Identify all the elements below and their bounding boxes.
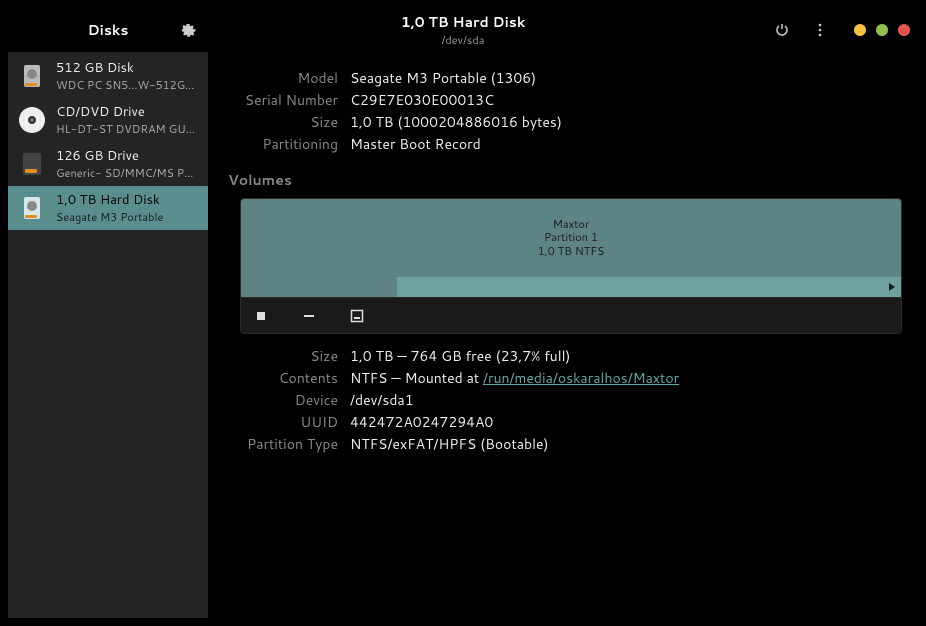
window-minimize-button[interactable] [854,24,866,36]
mount-path-link[interactable]: /run/media/oskaralhos/Maxtor [483,368,679,388]
drive-menu-button[interactable] [808,18,832,42]
page-subtitle: /dev/sda [208,32,718,48]
window-close-button[interactable] [898,24,910,36]
value-model: Seagate M3 Portable (1306) [350,68,902,88]
sidebar-item-3[interactable]: 1,0 TB Hard DiskSeagate M3 Portable [8,186,208,230]
window-maximize-button[interactable] [876,24,888,36]
app-menu-button[interactable] [176,18,200,42]
power-button[interactable] [770,18,794,42]
sidebar-item-title: 1,0 TB Hard Disk [56,191,163,209]
sidebar-item-0[interactable]: 512 GB DiskWDC PC SN5…W-512G-1014 [8,54,208,98]
sidebar-item-sub: WDC PC SN5…W-512G-1014 [56,77,200,93]
value-serial: C29E7E030E00013C [350,90,902,110]
partition-options-button[interactable] [345,304,369,328]
label-uuid: UUID [228,412,338,432]
label-device: Device [228,390,338,410]
usage-bar[interactable] [241,277,901,297]
gear-icon [180,22,196,38]
label-ptype: Partition Type [228,434,338,454]
delete-partition-button[interactable] [297,304,321,328]
partition-line3: 1,0 TB NTFS [538,245,605,258]
label-model: Model [228,68,338,88]
sidebar-item-sub: Seagate M3 Portable [56,209,163,225]
mount-play-icon [887,282,897,292]
label-size: Size [228,112,338,132]
label-serial: Serial Number [228,90,338,110]
value-contents: NTFS — Mounted at /run/media/oskaralhos/… [350,368,902,388]
value-device: /dev/sda1 [350,390,902,410]
main-pane: Model Seagate M3 Portable (1306) Serial … [208,52,918,618]
cog-square-icon [350,309,364,323]
value-size: 1,0 TB (1000204886016 bytes) [350,112,902,132]
stop-icon [255,310,267,322]
sidebar-item-1[interactable]: CD/DVD DriveHL-DT-ST DVDRAM GUE1N [8,98,208,142]
volumes-heading: Volumes [228,170,902,190]
drive-icon [16,148,48,180]
sidebar-item-title: 126 GB Drive [56,147,200,165]
drive-icon [16,60,48,92]
kebab-icon [812,22,828,38]
contents-prefix: NTFS — Mounted at [350,368,483,388]
volume-toolbar [241,297,901,333]
label-partitioning: Partitioning [228,134,338,154]
value-uuid: 442472A0247294A0 [350,412,902,432]
sidebar-item-title: CD/DVD Drive [56,103,200,121]
power-icon [774,22,790,38]
value-partitioning: Master Boot Record [350,134,902,154]
sidebar-item-sub: HL-DT-ST DVDRAM GUE1N [56,121,200,137]
page-title: 1,0 TB Hard Disk [208,12,718,32]
sidebar-item-sub: Generic- SD/MMC/MS PRO [56,165,200,181]
drive-icon [16,104,48,136]
usage-fill [241,277,397,297]
header-bar: Disks 1,0 TB Hard Disk /dev/sda [8,8,918,52]
app-title: Disks [88,20,129,40]
label-psize: Size [228,346,338,366]
minus-icon [302,309,316,323]
value-ptype: NTFS/exFAT/HPFS (Bootable) [350,434,902,454]
sidebar-item-2[interactable]: 126 GB DriveGeneric- SD/MMC/MS PRO [8,142,208,186]
partition-block[interactable]: Maxtor Partition 1 1,0 TB NTFS [241,199,901,277]
drive-icon [16,192,48,224]
value-psize: 1,0 TB — 764 GB free (23,7% full) [350,346,902,366]
sidebar-item-title: 512 GB Disk [56,59,200,77]
unmount-button[interactable] [249,304,273,328]
device-sidebar: 512 GB DiskWDC PC SN5…W-512G-1014CD/DVD … [8,52,208,618]
label-contents: Contents [228,368,338,388]
volumes-panel: Maxtor Partition 1 1,0 TB NTFS [240,198,902,334]
